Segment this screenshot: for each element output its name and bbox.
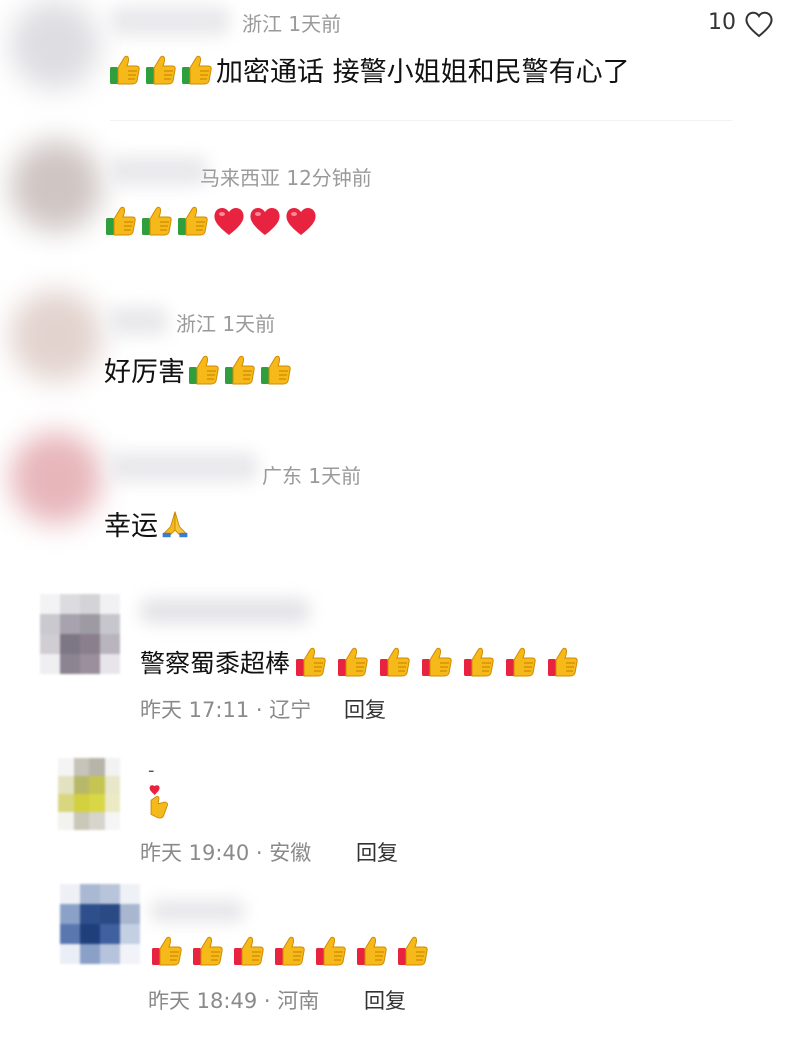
comment-location-time: 马来西亚 12分钟前 (200, 166, 372, 190)
finger-heart-icon (144, 784, 174, 820)
comment-text-body: 加密通话 接警小姐姐和民警有心了 (216, 57, 630, 88)
avatar-pixelated[interactable] (60, 884, 140, 964)
red-heart-icon (248, 205, 282, 237)
username-blurred[interactable] (108, 156, 208, 186)
thumbs-up-icon (396, 934, 430, 968)
username-blurred[interactable] (108, 452, 258, 482)
comment-location-time: 浙江 1天前 (176, 312, 276, 336)
thumbs-up-icon (144, 53, 178, 87)
like-count: 10 (708, 10, 736, 35)
thumbs-up-icon (259, 353, 293, 387)
username-blurred[interactable] (110, 6, 230, 36)
thumbs-up-icon (336, 645, 370, 679)
avatar[interactable] (10, 140, 102, 232)
username-fragment[interactable]: - (148, 760, 155, 781)
comment-text-body: 幸运 (104, 511, 158, 542)
thumbs-up-icon (378, 645, 412, 679)
comment-text-body: 警察蜀黍超棒 (140, 649, 291, 678)
comment-text: 警察蜀黍超棒 (140, 644, 580, 680)
thumbs-up-icon (191, 934, 225, 968)
emoji-group (108, 53, 214, 87)
comment-text (104, 204, 318, 238)
thumbs-up-icon (223, 353, 257, 387)
avatar[interactable] (10, 290, 102, 382)
emoji-group (187, 353, 293, 387)
reply-button[interactable]: 回复 (356, 837, 398, 867)
thumbs-up-icon (180, 53, 214, 87)
divider (110, 120, 732, 121)
avatar[interactable] (10, 432, 102, 524)
red-heart-icon (212, 205, 246, 237)
avatar[interactable] (10, 0, 100, 90)
thumbs-up-icon (108, 53, 142, 87)
emoji-group (104, 204, 318, 238)
thumbs-up-icon (232, 934, 266, 968)
thumbs-up-icon (140, 204, 174, 238)
avatar-pixelated[interactable] (40, 594, 120, 674)
reply-button[interactable]: 回复 (364, 985, 406, 1015)
thumbs-up-icon (273, 934, 307, 968)
thumbs-up-icon (504, 645, 538, 679)
heart-outline-icon[interactable] (744, 10, 774, 38)
username-blurred[interactable] (150, 900, 245, 922)
thumbs-up-icon (420, 645, 454, 679)
comment-location-time: 广东 1天前 (262, 464, 362, 488)
username-blurred[interactable] (140, 598, 310, 624)
comment-time-location: 昨天 18:49 · 河南 (148, 989, 320, 1013)
red-heart-icon (284, 205, 318, 237)
thumbs-up-icon (355, 934, 389, 968)
thumbs-up-icon (314, 934, 348, 968)
thumbs-up-icon (104, 204, 138, 238)
thumbs-up-icon (546, 645, 580, 679)
emoji-group (150, 934, 430, 968)
emoji-group (294, 645, 580, 679)
comment-text: 加密通话 接警小姐姐和民警有心了 (108, 50, 630, 89)
thumbs-up-icon (294, 645, 328, 679)
comment-text-body: 好厉害 (104, 357, 185, 388)
avatar-pixelated[interactable] (58, 758, 120, 830)
praying-hands-icon (160, 509, 190, 539)
comment-time-location: 昨天 19:40 · 安徽 (140, 841, 312, 865)
thumbs-up-icon (462, 645, 496, 679)
reply-button[interactable]: 回复 (344, 694, 386, 724)
thumbs-up-icon (176, 204, 210, 238)
comment-text: 幸运 (104, 504, 190, 543)
thumbs-up-icon (150, 934, 184, 968)
comment-text: 好厉害 (104, 350, 293, 389)
thumbs-up-icon (187, 353, 221, 387)
username-blurred[interactable] (108, 306, 168, 336)
comment-time-location: 昨天 17:11 · 辽宁 (140, 698, 312, 722)
comment-location-time: 浙江 1天前 (242, 12, 342, 36)
